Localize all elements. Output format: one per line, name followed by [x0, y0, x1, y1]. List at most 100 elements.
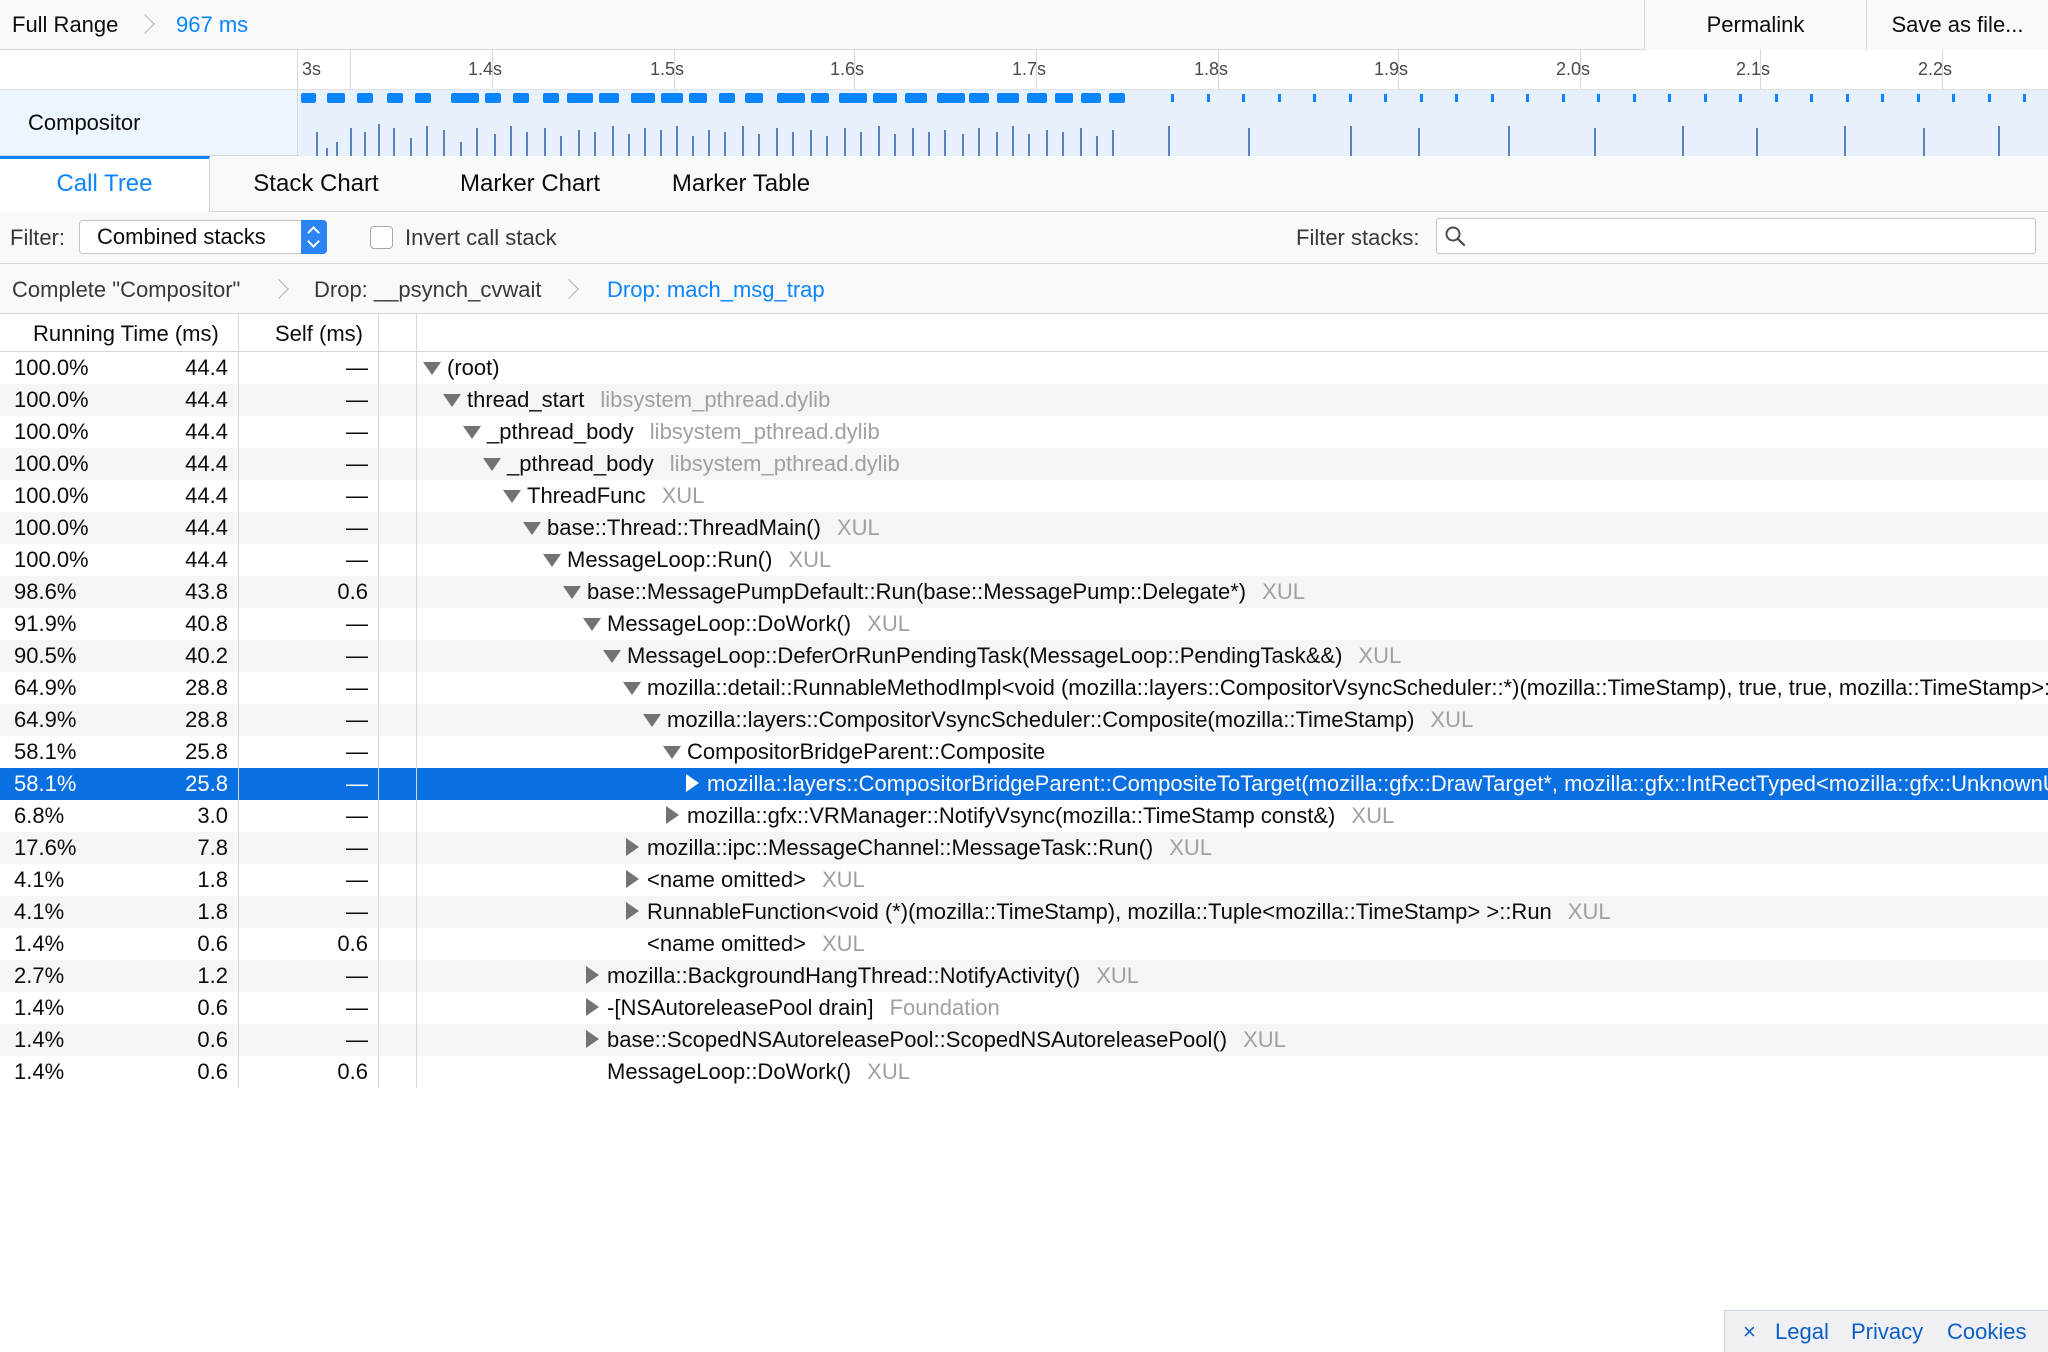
collapsed-triangle-icon[interactable]: [622, 869, 642, 889]
tree-row[interactable]: 17.6% 7.8 — mozilla::ipc::MessageChannel::M…: [0, 832, 2048, 864]
transform-item-complete[interactable]: Complete "Compositor": [12, 277, 240, 303]
tree-row[interactable]: 1.4% 0.6 — -[NSAutoreleasePool drain] Founda…: [0, 992, 2048, 1024]
collapsed-triangle-icon[interactable]: [622, 901, 642, 921]
tree-row[interactable]: 100.0% 44.4 — base::Thread::ThreadMain() XUL: [0, 512, 2048, 544]
tree-row[interactable]: 100.0% 44.4 — _pthread_body libsystem_pthrea…: [0, 448, 2048, 480]
expanded-triangle-icon[interactable]: [582, 613, 602, 633]
breadcrumb-range-duration[interactable]: 967 ms: [176, 12, 248, 38]
transform-item-drop-mach-msg[interactable]: Drop: mach_msg_trap: [607, 277, 825, 303]
expanded-triangle-icon[interactable]: [462, 421, 482, 441]
breadcrumb-separator-icon: [562, 277, 576, 301]
function-name: RunnableFunction<void (*)(mozilla::TimeS…: [647, 899, 1552, 924]
tab-call-tree[interactable]: Call Tree: [0, 156, 210, 213]
tab-stack-chart[interactable]: Stack Chart: [226, 156, 406, 212]
invert-call-stack-label[interactable]: Invert call stack: [405, 225, 557, 251]
running-time-ms: 3.0: [197, 803, 228, 828]
permalink-button[interactable]: Permalink: [1644, 0, 1866, 50]
tab-marker-table[interactable]: Marker Table: [650, 156, 832, 212]
tree-row[interactable]: 1.4% 0.6 — base::ScopedNSAutoreleasePool::S…: [0, 1024, 2048, 1056]
expanded-triangle-icon[interactable]: [482, 453, 502, 473]
running-time-ms: 0.6: [197, 995, 228, 1020]
tree-row[interactable]: 6.8% 3.0 — mozilla::gfx::VRManager::NotifyV…: [0, 800, 2048, 832]
self-time-ms: —: [346, 707, 368, 732]
running-time-percent: 64.9%: [14, 675, 77, 700]
collapsed-triangle-icon[interactable]: [622, 837, 642, 857]
filter-stacks-input[interactable]: [1436, 218, 2036, 254]
privacy-link[interactable]: Privacy: [1851, 1319, 1923, 1345]
tree-row[interactable]: 1.4% 0.6 0.6 MessageLoop::DoWork() XUL: [0, 1056, 2048, 1088]
expanded-triangle-icon[interactable]: [422, 357, 442, 377]
tree-row[interactable]: 58.1% 25.8 — CompositorBridgeParent::Compos…: [0, 736, 2048, 768]
legal-link[interactable]: Legal: [1775, 1319, 1829, 1345]
close-icon[interactable]: ×: [1743, 1319, 1756, 1345]
tree-row[interactable]: 100.0% 44.4 — thread_start libsystem_pthread…: [0, 384, 2048, 416]
running-time-percent: 100.0%: [14, 387, 89, 412]
self-time-ms: —: [346, 963, 368, 988]
collapsed-triangle-icon[interactable]: [682, 773, 702, 793]
collapsed-triangle-icon[interactable]: [582, 1029, 602, 1049]
function-name: <name omitted>: [647, 931, 806, 956]
running-time-ms: 1.8: [197, 899, 228, 924]
function-name: -[NSAutoreleasePool drain]: [607, 995, 874, 1020]
running-time-ms: 28.8: [185, 675, 228, 700]
running-time-ms: 7.8: [197, 835, 228, 860]
invert-call-stack-checkbox[interactable]: [370, 226, 393, 249]
tree-row[interactable]: 100.0% 44.4 — _pthread_body libsystem_pthrea…: [0, 416, 2048, 448]
self-time-ms: —: [346, 515, 368, 540]
tree-row[interactable]: 64.9% 28.8 — mozilla::detail::RunnableMetho…: [0, 672, 2048, 704]
self-time-ms: —: [346, 1027, 368, 1052]
function-name: <name omitted>: [647, 867, 806, 892]
tree-row[interactable]: 64.9% 28.8 — mozilla::layers::CompositorVsy…: [0, 704, 2048, 736]
tree-row[interactable]: 4.1% 1.8 — RunnableFunction<void (*)(mozill…: [0, 896, 2048, 928]
cookies-link[interactable]: Cookies: [1947, 1319, 2026, 1345]
track-activity-graph[interactable]: [299, 90, 2048, 156]
expanded-triangle-icon[interactable]: [662, 741, 682, 761]
collapsed-triangle-icon[interactable]: [582, 965, 602, 985]
self-time-ms: —: [346, 355, 368, 380]
tree-row[interactable]: 1.4% 0.6 0.6 <name omitted> XUL: [0, 928, 2048, 960]
expanded-triangle-icon[interactable]: [502, 485, 522, 505]
collapsed-triangle-icon[interactable]: [582, 997, 602, 1017]
running-time-percent: 100.0%: [14, 451, 89, 476]
running-time-percent: 98.6%: [14, 579, 77, 604]
tree-row[interactable]: 4.1% 1.8 — <name omitted> XUL: [0, 864, 2048, 896]
stack-type-select[interactable]: Combined stacks: [79, 220, 327, 254]
expanded-triangle-icon[interactable]: [562, 581, 582, 601]
running-time-percent: 100.0%: [14, 515, 89, 540]
function-cell: base::Thread::ThreadMain() XUL: [522, 512, 880, 544]
tree-row[interactable]: 91.9% 40.8 — MessageLoop::DoWork() XUL: [0, 608, 2048, 640]
track-label[interactable]: Compositor: [0, 90, 298, 156]
running-time-ms: 44.4: [185, 483, 228, 508]
running-time-ms: 0.6: [197, 931, 228, 956]
transform-item-drop-psynch[interactable]: Drop: __psynch_cvwait: [314, 277, 541, 303]
function-cell: mozilla::BackgroundHangThread::NotifyAct…: [582, 960, 1139, 992]
save-as-file-button[interactable]: Save as file...: [1866, 0, 2048, 50]
library-name: XUL: [1358, 643, 1402, 668]
footer-links: × Legal Privacy Cookies: [1724, 1310, 2048, 1352]
tree-row[interactable]: 2.7% 1.2 — mozilla::BackgroundHangThread::N…: [0, 960, 2048, 992]
function-name: _pthread_body: [507, 451, 654, 476]
running-time-ms: 40.8: [185, 611, 228, 636]
tree-row[interactable]: 100.0% 44.4 — (root): [0, 352, 2048, 384]
track-compositor[interactable]: Compositor: [0, 90, 2048, 156]
tree-row[interactable]: 98.6% 43.8 0.6 base::MessagePumpDefault::Ru…: [0, 576, 2048, 608]
expanded-triangle-icon[interactable]: [622, 677, 642, 697]
function-cell: (root): [422, 352, 500, 384]
collapsed-triangle-icon[interactable]: [662, 805, 682, 825]
expanded-triangle-icon[interactable]: [522, 517, 542, 537]
expanded-triangle-icon[interactable]: [542, 549, 562, 569]
expanded-triangle-icon[interactable]: [642, 709, 662, 729]
tree-row[interactable]: 58.1% 25.8 — mozilla::layers::CompositorBri…: [0, 768, 2048, 800]
tree-row[interactable]: 90.5% 40.2 — MessageLoop::DeferOrRunPending…: [0, 640, 2048, 672]
expanded-triangle-icon[interactable]: [602, 645, 622, 665]
timeline-tick-label: 2.1s: [1736, 59, 1771, 79]
running-time-ms: 44.4: [185, 515, 228, 540]
tree-row[interactable]: 100.0% 44.4 — ThreadFunc XUL: [0, 480, 2048, 512]
tree-row[interactable]: 100.0% 44.4 — MessageLoop::Run() XUL: [0, 544, 2048, 576]
expanded-triangle-icon[interactable]: [442, 389, 462, 409]
filter-label: Filter:: [10, 225, 65, 250]
library-name: XUL: [1096, 963, 1139, 988]
running-time-ms: 44.4: [185, 547, 228, 572]
breadcrumb-full-range[interactable]: Full Range: [12, 12, 118, 38]
tab-marker-chart[interactable]: Marker Chart: [440, 156, 620, 212]
